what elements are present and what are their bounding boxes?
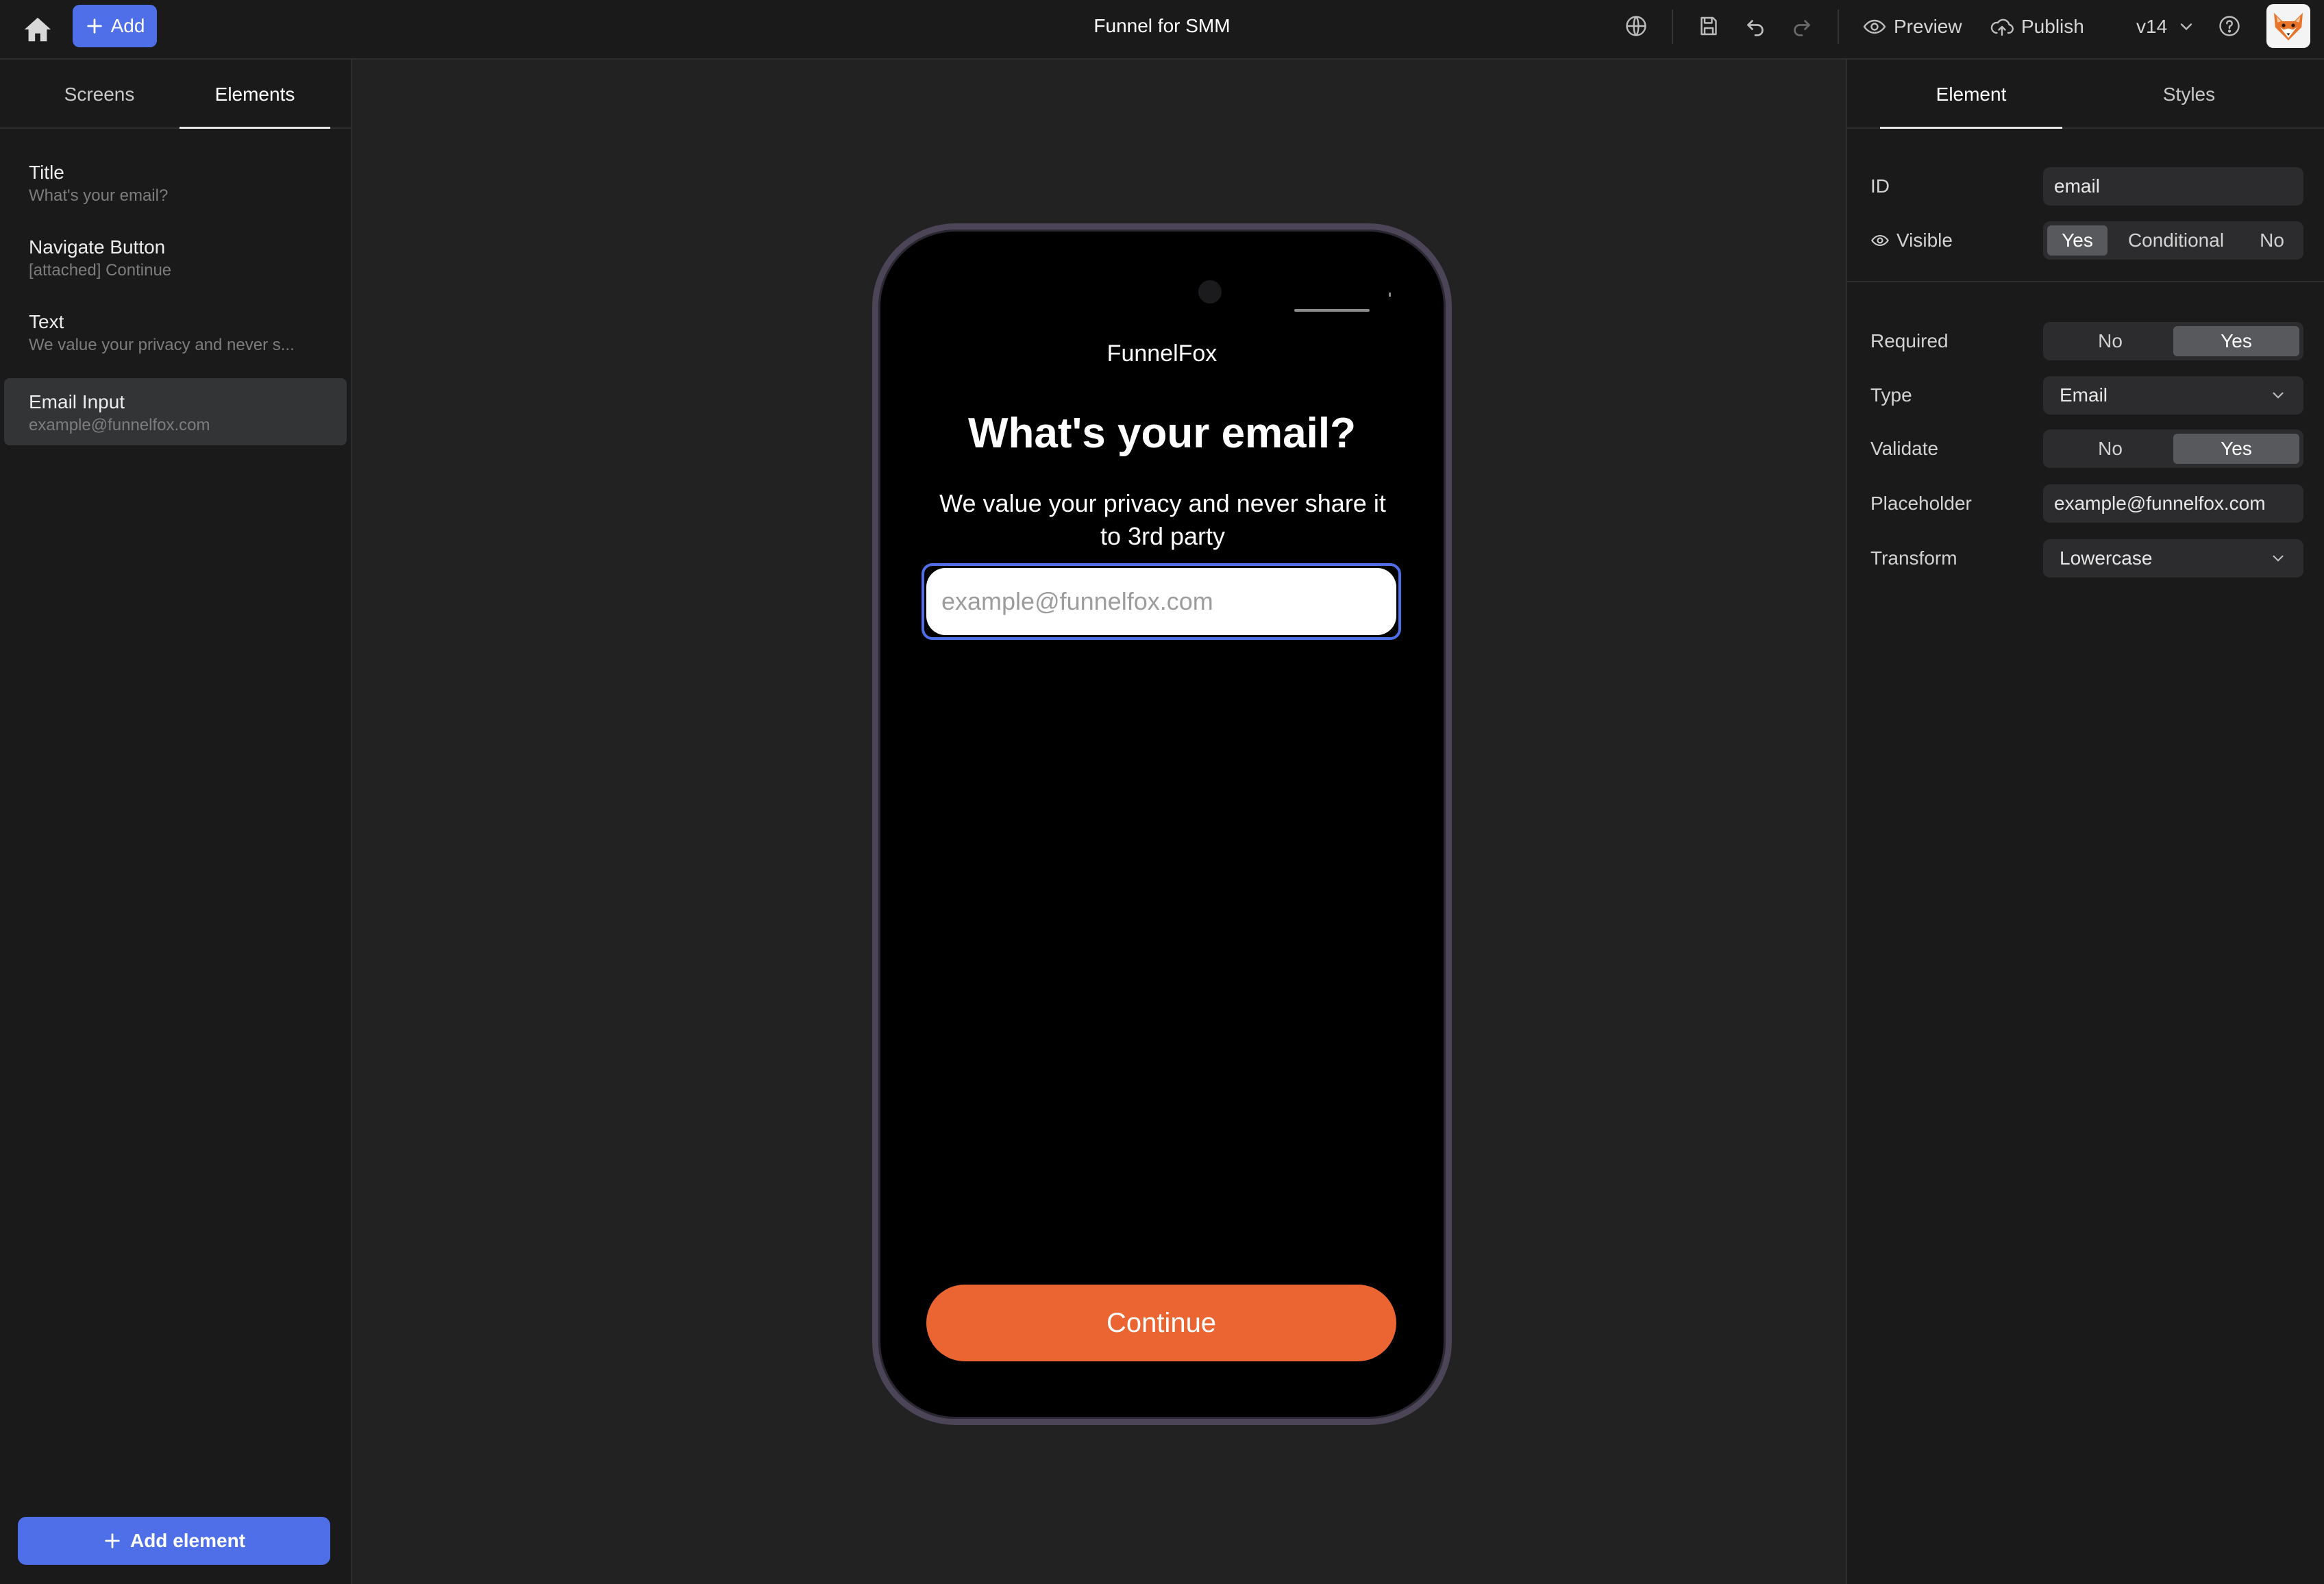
status-bar-indicator [1294,309,1370,312]
preview-brand: FunnelFox [1107,341,1217,367]
transform-label: Transform [1870,539,1957,578]
validate-option-yes[interactable]: Yes [2173,434,2299,464]
required-segmented-control: No Yes [2043,322,2303,360]
preview-button[interactable]: Preview [1862,10,1962,44]
globe-icon[interactable] [1624,14,1648,38]
list-item-subtitle: We value your privacy and never s... [29,336,295,354]
version-selector[interactable]: v14 [2136,10,2196,44]
avatar[interactable] [2266,4,2310,48]
active-tab-indicator [1880,127,2062,129]
id-label-text: ID [1870,175,1890,197]
transform-select-value: Lowercase [2060,547,2153,569]
publish-button[interactable]: Publish [1990,10,2084,44]
list-item-title[interactable]: Title What's your email? [4,149,347,216]
list-item-label: Text [29,311,64,332]
visible-option-no[interactable]: No [2245,225,2299,256]
add-element-label: Add element [129,1530,246,1551]
app-title: Funnel for SMM [1093,15,1231,36]
required-label: Required [1870,322,1949,360]
toolbar-divider [1672,10,1673,44]
add-button-label: Add [110,15,145,36]
list-item-label: Email Input [29,391,125,412]
id-label: ID [1870,167,1890,206]
top-bar: Add Funnel for SMM Preview Publish v14 [0,0,2324,60]
plus-icon [105,1533,120,1548]
tab-screens[interactable]: Screens [21,60,178,129]
home-icon[interactable] [22,14,53,45]
plus-icon [86,18,102,34]
cloud-upload-icon [1990,18,2014,36]
add-element-button[interactable]: Add element [18,1517,330,1565]
list-item-subtitle: What's your email? [29,186,169,205]
list-item-text[interactable]: Text We value your privacy and never s..… [4,298,347,365]
placeholder-input[interactable]: example@funnelfox.com [2043,484,2303,523]
eye-icon [1863,19,1886,34]
list-item-email-input[interactable]: Email Input example@funnelfox.com [4,378,347,445]
left-panel: Screens Elements Title What's your email… [0,60,352,1584]
placeholder-label-text: Placeholder [1870,493,1972,514]
right-tabs: Element Styles [1847,60,2324,129]
visible-label: Visible [1870,221,1953,260]
visible-segmented-control: Yes Conditional No [2043,221,2303,260]
tab-styles[interactable]: Styles [2098,60,2280,129]
required-option-yes[interactable]: Yes [2173,326,2299,356]
redo-icon[interactable] [1790,14,1814,38]
undo-icon[interactable] [1743,14,1768,38]
eye-icon [1871,234,1889,247]
chevron-down-icon [2273,555,2284,562]
tab-elements[interactable]: Elements [180,60,330,129]
phone-preview: FunnelFox What's your email? We value yo… [872,223,1452,1425]
left-tabs: Screens Elements [0,60,351,129]
preview-email-input[interactable]: example@funnelfox.com [926,568,1396,635]
list-item-subtitle: [attached] Continue [29,261,172,280]
visible-option-conditional[interactable]: Conditional [2107,225,2245,256]
type-select-value: Email [2060,384,2108,406]
transform-label-text: Transform [1870,547,1957,569]
type-label-text: Type [1870,384,1912,406]
list-item-subtitle: example@funnelfox.com [29,416,210,434]
add-button[interactable]: Add [73,5,157,47]
transform-select[interactable]: Lowercase [2043,539,2303,578]
visible-option-yes[interactable]: Yes [2047,225,2107,256]
fox-avatar-icon [2274,12,2303,40]
preview-continue-button[interactable]: Continue [926,1285,1396,1361]
help-icon[interactable] [2217,14,2242,38]
validate-label: Validate [1870,430,1938,468]
version-label: v14 [2136,16,2168,37]
save-icon[interactable] [1696,14,1721,38]
camera-icon [1198,280,1222,304]
list-item-navigate-button[interactable]: Navigate Button [attached] Continue [4,223,347,290]
validate-segmented-control: No Yes [2043,430,2303,468]
placeholder-label: Placeholder [1870,484,1972,523]
toolbar-divider [1838,10,1839,44]
preview-title[interactable]: What's your email? [878,409,1446,458]
list-item-label: Title [29,162,64,183]
status-bar-dot [1389,293,1391,297]
list-item-label: Navigate Button [29,236,166,258]
chevron-down-icon [2180,23,2192,31]
preview-label: Preview [1894,16,1962,37]
publish-label: Publish [2021,16,2084,37]
active-tab-indicator [180,127,330,129]
type-select[interactable]: Email [2043,376,2303,414]
id-input[interactable]: email [2043,167,2303,206]
section-divider [1847,281,2324,282]
validate-option-no[interactable]: No [2047,434,2173,464]
required-label-text: Required [1870,330,1949,351]
type-label: Type [1870,376,1912,414]
validate-label-text: Validate [1870,438,1939,459]
required-option-no[interactable]: No [2047,326,2173,356]
tab-element[interactable]: Element [1880,60,2062,129]
right-panel: Element Styles ID email Visible Yes Cond… [1846,60,2324,1584]
preview-email-input-selection[interactable]: example@funnelfox.com [922,563,1401,640]
visible-label-text: Visible [1896,230,1953,251]
chevron-down-icon [2273,392,2284,399]
preview-text[interactable]: We value your privacy and never share it… [926,487,1399,553]
